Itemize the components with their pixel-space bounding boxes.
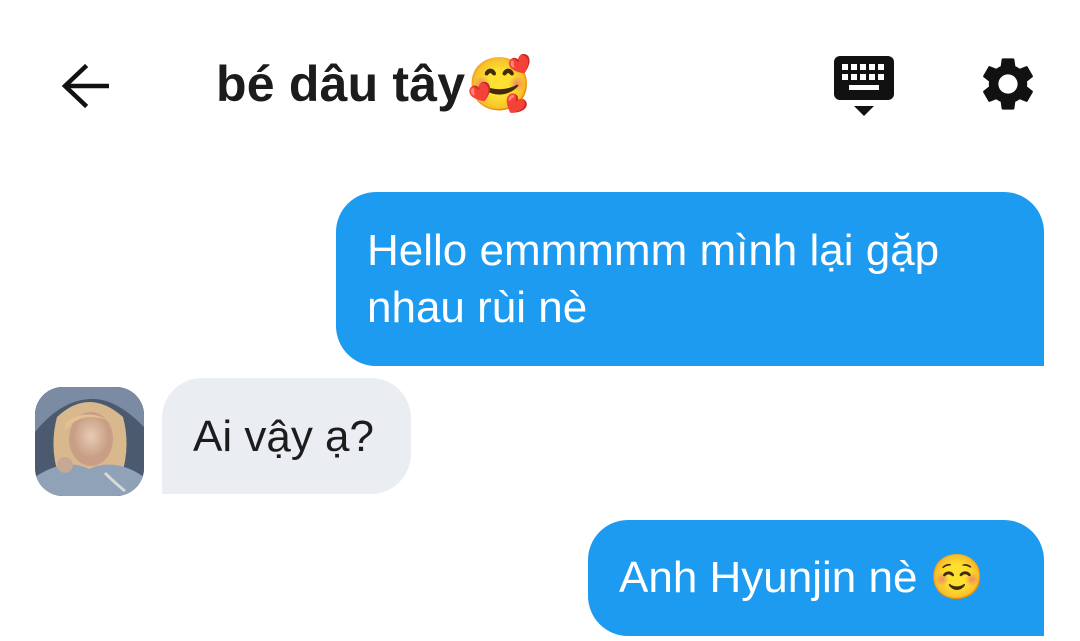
keyboard-icon (834, 56, 894, 116)
chat-screen: bé dâu tây 🥰 Hello emmmmm mình lại gặp n… (0, 0, 1080, 641)
avatar[interactable] (35, 387, 144, 496)
gear-icon (983, 58, 1033, 110)
outgoing-message-bubble[interactable]: Anh Hyunjin nè ☺️ (588, 520, 1044, 636)
arrow-left-icon (61, 63, 109, 109)
message-text: Anh Hyunjin nè ☺️ (619, 553, 985, 602)
message-text: Ai vậy ạ? (193, 412, 374, 461)
settings-button[interactable] (976, 52, 1040, 116)
back-button[interactable] (56, 56, 116, 116)
incoming-message-bubble[interactable]: Ai vậy ạ? (162, 378, 411, 494)
conversation-title: bé dâu tây 🥰 (216, 52, 532, 116)
contact-photo (35, 387, 144, 496)
keyboard-toggle-button[interactable] (832, 52, 896, 120)
smiling-hearts-emoji: 🥰 (467, 55, 533, 114)
outgoing-message-bubble[interactable]: Hello emmmmm mình lại gặp nhau rùi nè (336, 192, 1044, 366)
conversation-title-text: bé dâu tây (216, 56, 466, 112)
message-text: Hello emmmmm mình lại gặp nhau rùi nè (367, 226, 940, 332)
